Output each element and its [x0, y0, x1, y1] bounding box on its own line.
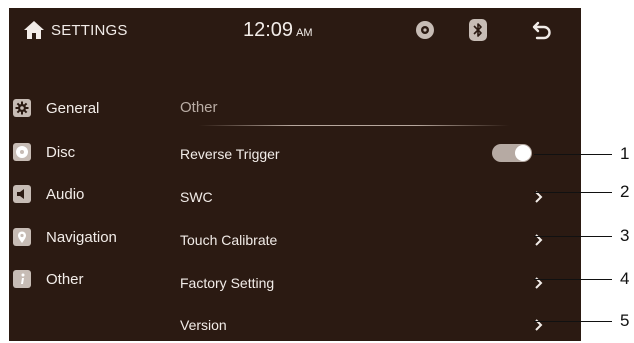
setting-label: Factory Setting [180, 275, 275, 291]
info-icon [13, 270, 31, 288]
sidebar-item-label: Navigation [46, 228, 117, 246]
settings-screen: SETTINGS 12:09 AM General Disc Audio Nav… [9, 8, 581, 341]
bluetooth-icon [469, 19, 487, 41]
sidebar-item-audio[interactable]: Audio [13, 181, 163, 207]
sidebar-item-other[interactable]: Other [13, 266, 163, 292]
sidebar-item-label: Other [46, 270, 84, 288]
sidebar-item-navigation[interactable]: Navigation [13, 224, 163, 250]
sidebar-item-label: Audio [46, 185, 85, 203]
gear-icon [13, 99, 31, 117]
callout-number: 5 [620, 311, 630, 330]
callout-4: 4 [534, 269, 634, 291]
disc-icon [13, 143, 31, 161]
callout-number: 2 [620, 182, 630, 201]
callout-line [534, 236, 612, 237]
callout-number: 1 [620, 144, 630, 163]
location-pin-icon [13, 228, 31, 246]
setting-label: Version [180, 317, 227, 333]
setting-row-touch-calibrate[interactable]: Touch Calibrate [172, 225, 552, 255]
sidebar-item-disc[interactable]: Disc [13, 139, 163, 165]
callout-number: 4 [620, 269, 630, 288]
callout-3: 3 [534, 226, 634, 248]
setting-row-swc[interactable]: SWC [172, 182, 552, 212]
callout-line [534, 279, 612, 280]
speaker-icon [13, 185, 31, 203]
section-divider [199, 125, 509, 126]
back-icon[interactable] [531, 19, 553, 41]
toggle-knob [515, 145, 531, 161]
callout-line [534, 321, 612, 322]
setting-row-factory-setting[interactable]: Factory Setting [172, 268, 552, 298]
home-icon[interactable] [23, 20, 45, 40]
callout-2: 2 [534, 182, 634, 204]
callout-5: 5 [534, 311, 634, 333]
setting-row-reverse-trigger[interactable]: Reverse Trigger [172, 139, 552, 169]
callout-1: 1 [534, 144, 634, 166]
callout-number: 3 [620, 226, 630, 245]
setting-label: Touch Calibrate [180, 232, 278, 248]
clock-time: 12:09 [243, 19, 294, 41]
sidebar-item-general[interactable]: General [13, 95, 163, 121]
clock: 12:09 AM [243, 19, 313, 42]
sidebar-item-label: Disc [46, 143, 76, 161]
clock-ampm: AM [296, 27, 313, 39]
section-title: Other [180, 99, 218, 116]
disc-icon [416, 21, 434, 39]
setting-label: SWC [180, 189, 213, 205]
sidebar-item-label: General [46, 99, 100, 117]
setting-label: Reverse Trigger [180, 146, 280, 162]
app-title: SETTINGS [51, 22, 128, 39]
callout-line [534, 154, 612, 155]
callout-line [534, 192, 612, 193]
reverse-trigger-toggle[interactable] [492, 144, 532, 162]
status-bar: SETTINGS 12:09 AM [9, 8, 581, 54]
setting-row-version[interactable]: Version [172, 310, 552, 340]
